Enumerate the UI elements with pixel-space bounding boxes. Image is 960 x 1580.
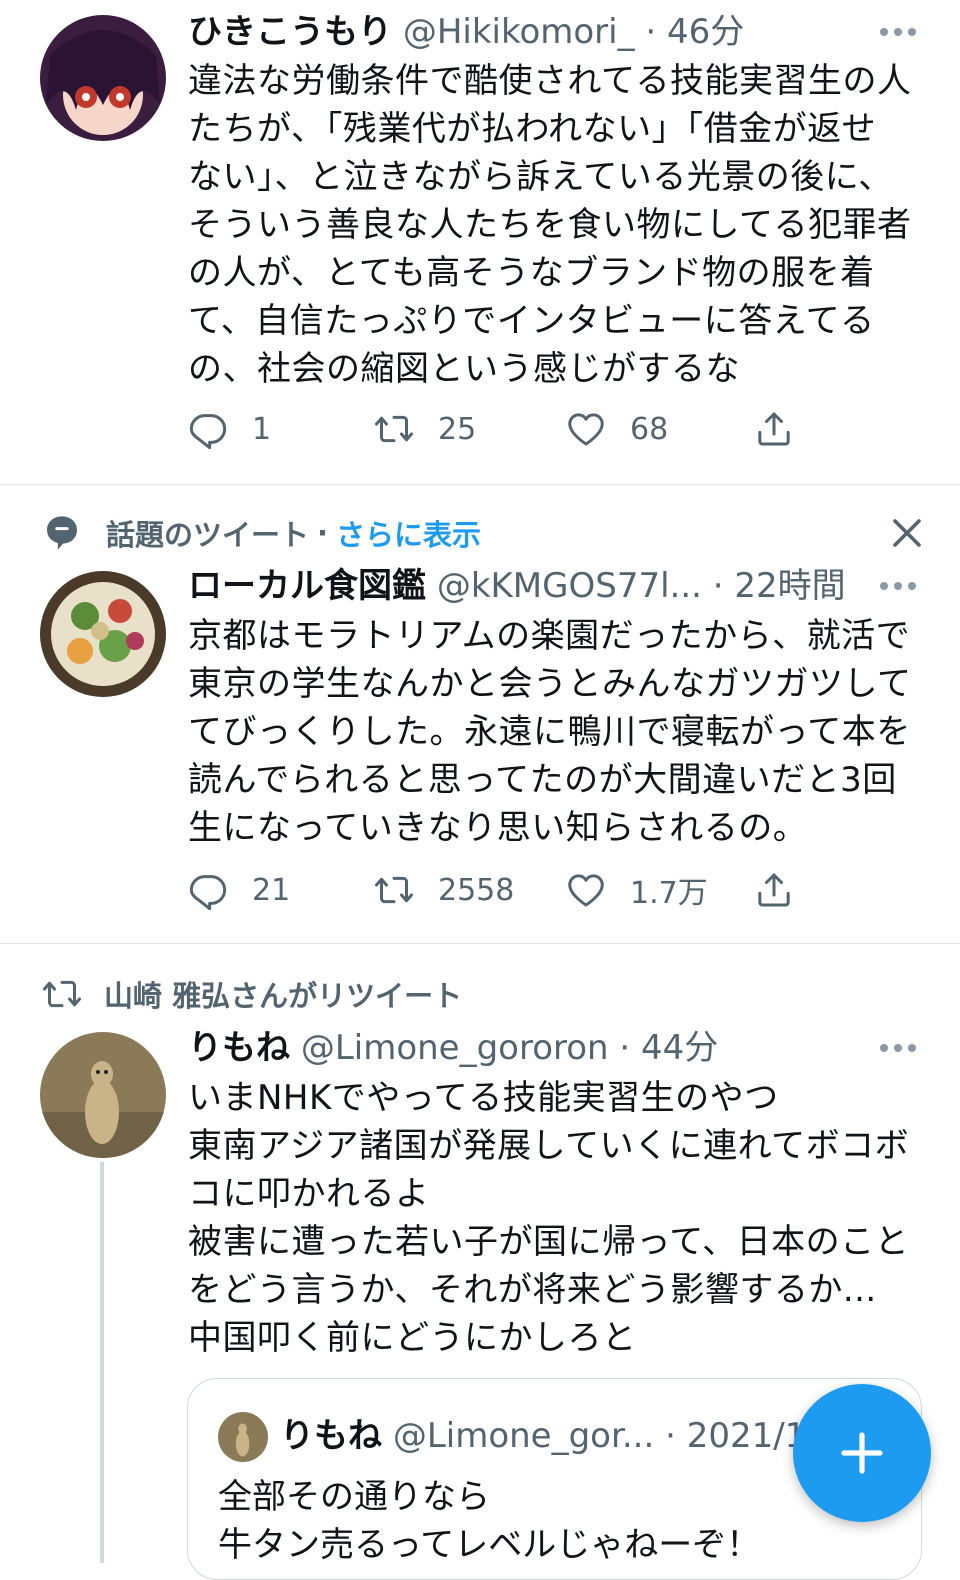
text-line: ない」、と泣きながら訴えている光景の後に、: [188, 157, 893, 197]
topic-icon: [47, 516, 77, 550]
share-button[interactable]: [754, 404, 794, 454]
share-button[interactable]: [754, 865, 794, 915]
quote-text-line: 牛タン売るってレベルじゃねーぞ！: [218, 1525, 761, 1565]
reply-count: 1: [252, 411, 272, 447]
avatar[interactable]: [40, 571, 166, 697]
retweet-icon: [40, 974, 84, 1014]
tweet-1[interactable]: ひきこうもり @Hikikomori_ · 46分 違法な労働条件で酷使されてる…: [0, 0, 960, 484]
quote-handle: @Limone_gor...: [392, 1416, 655, 1456]
retweet-icon: [374, 409, 414, 449]
handle[interactable]: @Hikikomori_: [403, 12, 635, 52]
thread-line: [100, 1162, 104, 1563]
compose-tweet-button[interactable]: [793, 1384, 931, 1522]
tweet-header: ひきこうもり @Hikikomori_ · 46分: [188, 10, 900, 54]
avatar[interactable]: [40, 15, 166, 141]
context-dot: ·: [317, 516, 329, 550]
like-count: 68: [630, 411, 669, 447]
retweet-count: 2558: [438, 872, 515, 908]
handle[interactable]: @kKMGOS77l...: [437, 566, 702, 606]
text-line: 違法な労働条件で酷使されてる技能実習生の人: [188, 61, 912, 101]
quote-text-line: 全部その通りなら: [218, 1477, 490, 1517]
separator-dot: ·: [645, 12, 657, 52]
quote-avatar[interactable]: [218, 1412, 268, 1462]
text-line: 読んでられると思ってたのが大間違いだと3回: [188, 760, 897, 800]
timestamp[interactable]: 46分: [667, 12, 744, 52]
see-more-link[interactable]: さらに表示: [336, 512, 481, 554]
reply-button[interactable]: 1: [188, 404, 271, 454]
reply-count: 21: [252, 872, 291, 908]
retweet-button[interactable]: 2558: [374, 865, 514, 915]
topic-context: 話題のツイート · さらに表示: [40, 513, 481, 553]
share-icon: [754, 870, 794, 910]
text-line: の人が、とても高そうなブランド物の服を着: [188, 253, 875, 293]
text-line: て、自信たっぷりでインタビューに答えてる: [188, 301, 875, 341]
text-line: 京都はモラトリアムの楽園だったから、就活で: [188, 616, 911, 656]
display-name[interactable]: りもね: [188, 1028, 290, 1068]
like-button[interactable]: 68: [566, 404, 668, 454]
text-line: コに叩かれるよ: [188, 1174, 430, 1214]
text-line: いまNHKでやってる技能実習生のやつ: [188, 1078, 779, 1118]
quote-display-name: りもね: [280, 1416, 382, 1456]
like-icon: [566, 409, 606, 449]
reply-icon: [188, 870, 228, 910]
tweet-text: 京都はモラトリアムの楽園だったから、就活で 東京の学生なんかと会うとみんなガツガ…: [188, 612, 928, 852]
text-line: 被害に遭った若い子が国に帰って、日本のこと: [188, 1222, 910, 1262]
tweet-header: ローカル食図鑑 @kKMGOS77l... · 22時間: [188, 564, 900, 608]
text-line: たちが、「残業代が払われない」「借金が返せ: [188, 109, 877, 149]
separator-dot: ·: [619, 1028, 631, 1068]
handle[interactable]: @Limone_gororon: [301, 1028, 609, 1068]
tweet-2[interactable]: 話題のツイート · さらに表示 ローカル食図鑑 @kKMGOS77l... · …: [0, 485, 960, 943]
text-line: 生になっていきなり思い知らされるの。: [188, 808, 808, 848]
more-icon[interactable]: [880, 581, 916, 591]
retweet-icon: [374, 870, 414, 910]
context-label: 山崎 雅弘さんがリツイート: [104, 979, 463, 1013]
text-line: てびっくりした。永遠に鴨川で寝転がって本を: [188, 712, 911, 752]
retweet-context: 山崎 雅弘さんがリツイート: [40, 974, 462, 1014]
reply-icon: [188, 409, 228, 449]
text-line: 東京の学生なんかと会うとみんなガツガツして: [188, 664, 912, 704]
like-icon: [566, 870, 606, 910]
timestamp[interactable]: 22時間: [734, 566, 845, 606]
like-button[interactable]: 1.7万: [566, 865, 708, 915]
timestamp[interactable]: 44分: [641, 1028, 718, 1068]
share-icon: [754, 409, 794, 449]
more-icon[interactable]: [880, 27, 916, 37]
avatar[interactable]: [40, 1032, 166, 1158]
tweet-text: 違法な労働条件で酷使されてる技能実習生の人 たちが、「残業代が払われない」「借金…: [188, 57, 928, 393]
action-bar: 1 25 68: [188, 404, 808, 454]
display-name[interactable]: ひきこうもり: [188, 12, 392, 52]
text-line: の、社会の縮図という感じがするな: [188, 349, 740, 389]
separator-dot: ·: [712, 566, 724, 606]
quote-header: りもね @Limone_gor... · 2021/11: [280, 1414, 828, 1458]
like-count: 1.7万: [630, 876, 708, 911]
reply-button[interactable]: 21: [188, 865, 290, 915]
quote-text: 全部その通りなら 牛タン売るってレベルじゃねーぞ！: [218, 1473, 760, 1569]
display-name[interactable]: ローカル食図鑑: [188, 566, 426, 606]
compose-icon: [841, 1432, 883, 1474]
retweet-count: 25: [438, 411, 477, 447]
text-line: をどう言うか、それが将来どう影響するか...: [188, 1270, 877, 1310]
tweet-text: いまNHKでやってる技能実習生のやつ 東南アジア諸国が発展していくに連れてボコボ…: [188, 1074, 928, 1362]
text-line: 東南アジア諸国が発展していくに連れてボコボ: [188, 1126, 910, 1166]
context-label: 話題のツイート: [106, 518, 310, 552]
tweet-header: りもね @Limone_gororon · 44分: [188, 1026, 900, 1070]
text-line: そういう善良な人たちを食い物にしてる犯罪者: [188, 205, 912, 245]
close-icon[interactable]: [889, 515, 925, 551]
quote-separator-dot: ·: [665, 1416, 676, 1456]
retweet-button[interactable]: 25: [374, 404, 476, 454]
more-icon[interactable]: [880, 1043, 916, 1053]
action-bar: 21 2558 1.7万: [188, 865, 808, 915]
text-line: 中国叩く前にどうにかしろと: [188, 1318, 637, 1358]
